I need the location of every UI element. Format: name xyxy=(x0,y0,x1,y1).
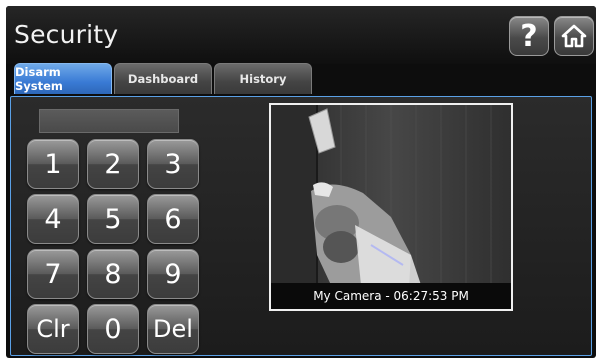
camera-feed[interactable]: My Camera - 06:27:53 PM xyxy=(269,103,513,311)
key-3[interactable]: 3 xyxy=(147,139,199,189)
page-title: Security xyxy=(14,20,119,49)
key-6[interactable]: 6 xyxy=(147,194,199,244)
key-4[interactable]: 4 xyxy=(27,194,79,244)
tab-disarm-system[interactable]: Disarm System xyxy=(14,63,112,94)
security-app-window: Security ? Disarm System Dashboard Histo… xyxy=(6,6,596,358)
tab-history[interactable]: History xyxy=(214,63,312,94)
key-1[interactable]: 1 xyxy=(27,139,79,189)
key-5[interactable]: 5 xyxy=(87,194,139,244)
key-8[interactable]: 8 xyxy=(87,249,139,299)
key-9[interactable]: 9 xyxy=(147,249,199,299)
disarm-panel: 1 2 3 4 5 6 7 8 9 Clr 0 Del My Camera - … xyxy=(10,96,592,356)
clear-key[interactable]: Clr xyxy=(27,304,79,354)
title-bar: Security ? xyxy=(6,6,596,64)
code-input[interactable] xyxy=(39,109,179,133)
home-icon xyxy=(561,24,587,48)
key-7[interactable]: 7 xyxy=(27,249,79,299)
camera-scene xyxy=(271,105,511,309)
delete-key[interactable]: Del xyxy=(147,304,199,354)
home-button[interactable] xyxy=(554,16,594,56)
key-0[interactable]: 0 xyxy=(87,304,139,354)
camera-caption: My Camera - 06:27:53 PM xyxy=(271,283,511,309)
help-button[interactable]: ? xyxy=(509,16,549,56)
key-2[interactable]: 2 xyxy=(87,139,139,189)
tab-dashboard[interactable]: Dashboard xyxy=(114,63,212,94)
camera-image: My Camera - 06:27:53 PM xyxy=(271,105,511,309)
